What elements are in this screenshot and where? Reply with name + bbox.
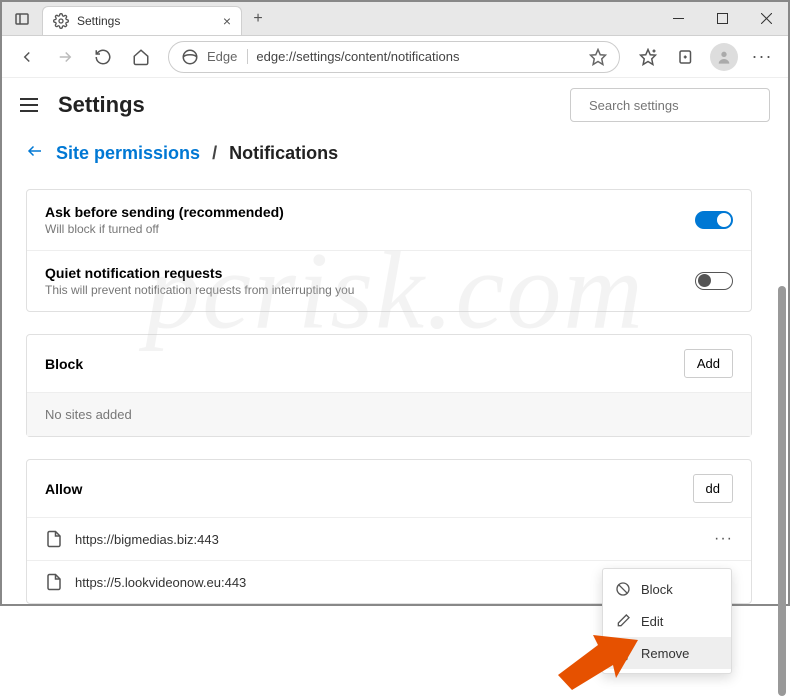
setting-title: Ask before sending (recommended) [45,204,695,220]
page-icon [45,573,63,591]
vertical-scrollbar[interactable] [778,286,786,696]
search-settings-input[interactable] [589,98,765,113]
settings-card: Ask before sending (recommended) Will bl… [26,189,752,312]
ctx-remove-label: Remove [641,646,689,661]
edge-icon [181,48,199,66]
setting-description: This will prevent notification requests … [45,283,695,297]
settings-header: Settings [2,78,788,136]
avatar-icon [710,43,738,71]
ctx-block[interactable]: Block [603,573,731,605]
window-titlebar: Settings × + [2,2,788,36]
breadcrumb-parent-link[interactable]: Site permissions [56,143,200,164]
gear-icon [53,13,69,29]
refresh-button[interactable] [86,40,120,74]
block-icon [615,581,631,597]
settings-menu-button[interactable] [20,93,44,117]
address-url: edge://settings/content/notifications [256,49,459,64]
ctx-edit[interactable]: Edit [603,605,731,637]
profile-button[interactable] [706,40,742,74]
block-section: Block Add No sites added [26,334,752,437]
new-tab-button[interactable]: + [242,2,274,35]
trash-icon [615,645,631,661]
setting-description: Will block if turned off [45,222,695,236]
breadcrumb-separator: / [212,143,217,164]
browser-toolbar: Edge edge://settings/content/notificatio… [2,36,788,78]
close-tab-button[interactable]: × [223,13,231,29]
site-url: https://bigmedias.biz:443 [75,532,702,547]
ctx-block-label: Block [641,582,673,597]
edit-icon [615,613,631,629]
window-minimize-button[interactable] [656,2,700,35]
search-settings-field[interactable] [570,88,770,122]
window-close-button[interactable] [744,2,788,35]
back-button[interactable] [10,40,44,74]
collections-button[interactable] [668,40,704,74]
address-bar[interactable]: Edge edge://settings/content/notificatio… [168,41,620,73]
allow-site-row: https://bigmedias.biz:443 ··· [27,517,751,560]
allow-section-title: Allow [45,481,693,497]
block-section-title: Block [45,356,684,372]
forward-button[interactable] [48,40,82,74]
page-icon [45,530,63,548]
breadcrumb: Site permissions / Notifications [26,142,752,165]
block-add-button[interactable]: Add [684,349,733,378]
tab-actions-button[interactable] [2,2,42,35]
more-menu-button[interactable]: ··· [744,40,780,74]
ctx-remove[interactable]: Remove [603,637,731,669]
ctx-edit-label: Edit [641,614,663,629]
site-more-button[interactable]: ··· [714,530,733,548]
page-title: Settings [58,92,570,118]
site-context-menu: Block Edit Remove [602,568,732,674]
window-maximize-button[interactable] [700,2,744,35]
address-source-label: Edge [207,49,248,64]
favorite-icon[interactable] [589,48,607,66]
setting-title: Quiet notification requests [45,265,695,281]
allow-add-button[interactable]: dd [693,474,733,503]
tab-title: Settings [77,14,215,28]
setting-quiet-requests: Quiet notification requests This will pr… [27,250,751,311]
breadcrumb-current: Notifications [229,143,338,164]
favorites-button[interactable] [630,40,666,74]
browser-tab[interactable]: Settings × [42,6,242,35]
breadcrumb-back-button[interactable] [26,142,44,165]
toggle-ask-before-sending[interactable] [695,211,733,229]
toggle-quiet-requests[interactable] [695,272,733,290]
setting-ask-before-sending: Ask before sending (recommended) Will bl… [27,190,751,250]
block-empty-message: No sites added [27,392,751,436]
home-button[interactable] [124,40,158,74]
